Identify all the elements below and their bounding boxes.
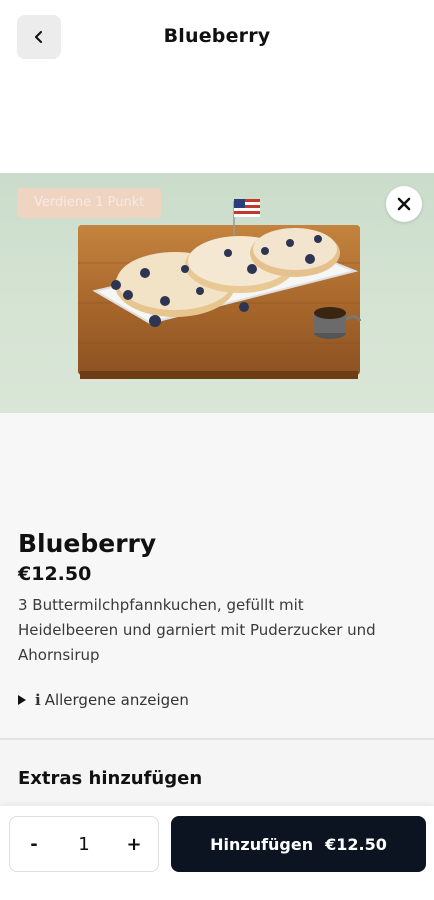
product-info: Blueberry €12.50 3 Buttermilchpfannkuche… [0,413,434,738]
close-button[interactable] [386,186,422,222]
decrement-button[interactable]: - [10,834,58,855]
product-image: Verdiene 1 Punkt [0,173,434,413]
info-icon: i [35,691,41,709]
product-price: €12.50 [18,563,92,585]
product-description: 3 Buttermilchpfannkuchen, gefüllt mit He… [18,596,376,664]
page-title: Blueberry [163,25,271,47]
points-badge: Verdiene 1 Punkt [17,188,162,218]
extras-section: Extras hinzufügen [0,740,434,810]
allergens-toggle[interactable]: i Allergene anzeigen [18,691,189,709]
add-to-cart-button[interactable]: Hinzufügen €12.50 [171,816,426,872]
allergens-label: Allergene anzeigen [44,691,189,709]
add-button-label: Hinzufügen [210,834,314,854]
bottom-action-bar: - 1 + Hinzufügen €12.50 [0,806,434,900]
quantity-stepper: - 1 + [9,816,159,872]
close-icon [397,197,411,211]
product-name: Blueberry [18,529,157,558]
header-bar: Blueberry [0,0,434,76]
increment-button[interactable]: + [110,834,158,855]
expand-triangle-icon [18,695,26,705]
extras-title: Extras hinzufügen [18,768,203,789]
add-button-price: €12.50 [325,834,387,854]
quantity-value: 1 [78,833,90,855]
